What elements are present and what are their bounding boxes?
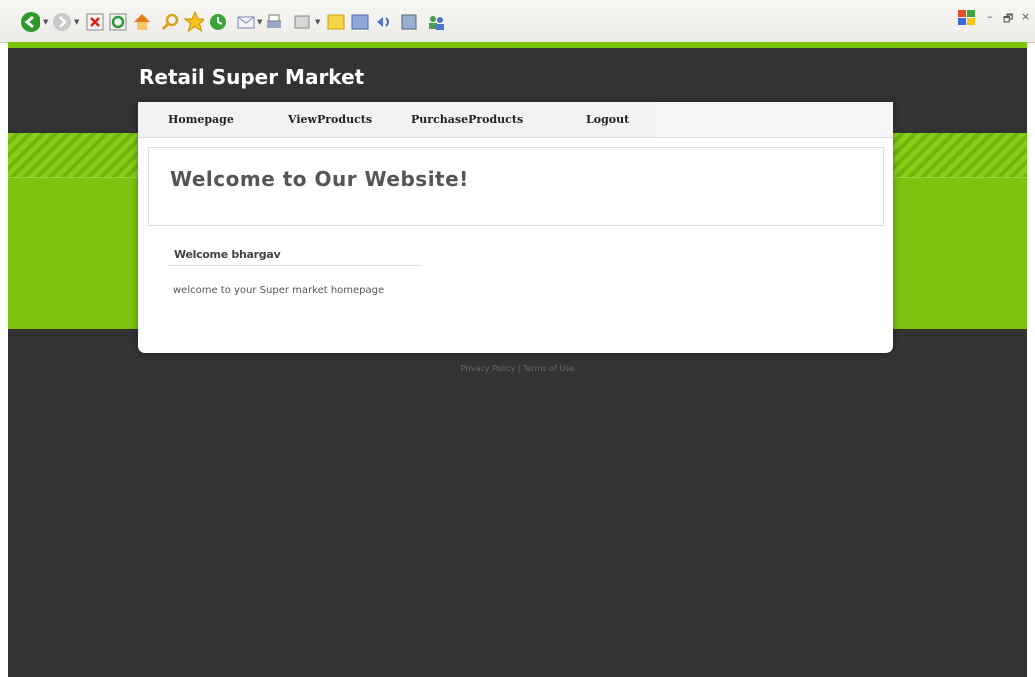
restore-icon[interactable]: 🗗	[1003, 10, 1013, 29]
browser-toolbar: ▼ ▼ ▼ ▼ – 🗗 ×	[0, 0, 1035, 43]
mail-icon[interactable]	[236, 12, 256, 32]
note-icon[interactable]	[326, 12, 346, 32]
nav-view-products[interactable]: ViewProducts	[288, 113, 372, 126]
edit-icon[interactable]	[292, 12, 312, 32]
stop-icon[interactable]	[85, 12, 105, 32]
user-welcome-heading: Welcome bhargav	[174, 248, 281, 261]
content-card: Homepage ViewProducts PurchaseProducts L…	[138, 102, 893, 353]
windows-logo-icon	[956, 8, 976, 28]
nav-menu: Homepage ViewProducts PurchaseProducts L…	[138, 102, 893, 138]
back-icon[interactable]	[20, 12, 40, 32]
history-icon[interactable]	[208, 12, 228, 32]
favorites-icon[interactable]	[184, 11, 204, 33]
refresh-icon[interactable]	[108, 12, 128, 32]
home-icon[interactable]	[132, 12, 152, 32]
messenger-icon[interactable]	[350, 12, 370, 32]
tools-icon[interactable]	[399, 12, 419, 32]
minimize-icon[interactable]: –	[987, 10, 993, 23]
welcome-message: welcome to your Super market homepage	[173, 285, 385, 296]
nav-purchase-products[interactable]: PurchaseProducts	[411, 113, 523, 126]
banner-title: Welcome to Our Website!	[170, 167, 469, 191]
nav-homepage[interactable]: Homepage	[168, 113, 234, 126]
research-icon[interactable]	[374, 12, 394, 32]
welcome-banner: Welcome to Our Website!	[148, 147, 884, 226]
nav-logout[interactable]: Logout	[586, 113, 629, 126]
back-dropdown-icon[interactable]: ▼	[43, 18, 49, 26]
site-title: Retail Super Market	[139, 65, 365, 89]
users-icon[interactable]	[426, 12, 446, 32]
hatch-left	[8, 133, 138, 177]
forward-icon[interactable]	[52, 12, 72, 32]
heading-divider	[168, 265, 421, 266]
page-viewport: Retail Super Market Homepage ViewProduct…	[8, 42, 1027, 677]
print-icon[interactable]	[264, 12, 284, 32]
hatch-right	[893, 133, 1027, 177]
footer-links[interactable]: Privacy Policy | Terms of Use	[8, 364, 1027, 373]
search-icon[interactable]	[160, 12, 180, 32]
close-icon[interactable]: ×	[1021, 10, 1030, 23]
mail-dropdown-icon[interactable]: ▼	[257, 18, 263, 26]
menu-filler	[656, 102, 893, 137]
top-accent-line	[8, 42, 1027, 48]
forward-dropdown-icon[interactable]: ▼	[74, 18, 80, 26]
edit-dropdown-icon[interactable]: ▼	[315, 18, 321, 26]
